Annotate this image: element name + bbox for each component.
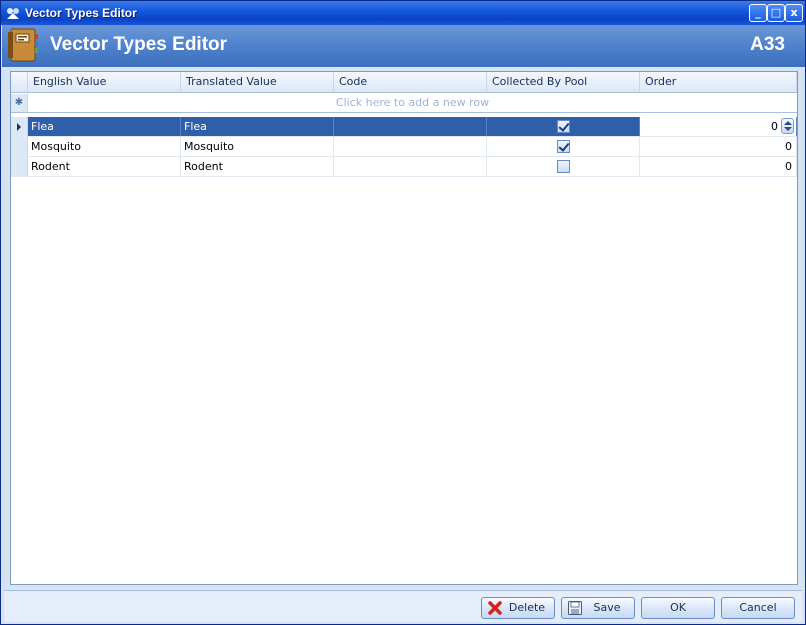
cell-code[interactable] xyxy=(334,117,487,136)
vector-types-grid[interactable]: English Value Translated Value Code Coll… xyxy=(10,71,798,585)
row-indicator xyxy=(11,137,28,156)
address-book-icon xyxy=(8,28,38,62)
cell-english-value[interactable]: Flea xyxy=(28,117,181,136)
table-row-mosquito[interactable]: Mosquito Mosquito 0 xyxy=(11,137,797,157)
table-row-flea[interactable]: Flea Flea 0 xyxy=(11,117,797,137)
ok-button[interactable]: OK xyxy=(641,597,715,619)
cell-collected-by-pool[interactable] xyxy=(487,157,640,176)
current-row-arrow-icon xyxy=(17,123,21,131)
cell-english-value[interactable]: Mosquito xyxy=(28,137,181,156)
editor-header: Vector Types Editor A33 xyxy=(2,25,805,67)
order-value[interactable]: 0 xyxy=(771,120,778,133)
delete-label: Delete xyxy=(508,601,546,614)
cell-translated-value[interactable]: Rodent xyxy=(181,157,334,176)
collected-by-pool-checkbox[interactable] xyxy=(557,160,570,173)
new-row-hint[interactable]: Click here to add a new row xyxy=(28,94,797,112)
cell-translated-value[interactable]: Flea xyxy=(181,117,334,136)
table-row-rodent[interactable]: Rodent Rodent 0 xyxy=(11,157,797,177)
column-header-translated-value[interactable]: Translated Value xyxy=(181,72,334,92)
form-code: A33 xyxy=(750,34,785,55)
spin-button-icon[interactable] xyxy=(781,118,794,134)
cell-english-value[interactable]: Rodent xyxy=(28,157,181,176)
page-title: Vector Types Editor xyxy=(50,34,228,55)
close-button[interactable]: x xyxy=(785,4,803,22)
title-bar[interactable]: Vector Types Editor _ □ x xyxy=(1,1,805,25)
maximize-button[interactable]: □ xyxy=(767,4,785,22)
cell-translated-value[interactable]: Mosquito xyxy=(181,137,334,156)
grid-header-corner xyxy=(11,72,28,92)
cell-code[interactable] xyxy=(334,157,487,176)
cell-order[interactable]: 0 xyxy=(640,117,797,136)
row-indicator xyxy=(11,157,28,176)
cell-collected-by-pool[interactable] xyxy=(487,117,640,136)
new-row-icon: ✱ xyxy=(11,94,28,112)
grid-header: English Value Translated Value Code Coll… xyxy=(11,72,797,93)
delete-x-icon xyxy=(488,601,502,615)
delete-button[interactable]: Delete xyxy=(481,597,555,619)
cell-collected-by-pool[interactable] xyxy=(487,137,640,156)
cell-order[interactable]: 0 xyxy=(640,157,797,176)
cell-order[interactable]: 0 xyxy=(640,137,797,156)
app-icon xyxy=(7,8,19,19)
column-header-english-value[interactable]: English Value xyxy=(28,72,181,92)
column-header-code[interactable]: Code xyxy=(334,72,487,92)
cell-code[interactable] xyxy=(334,137,487,156)
save-label: Save xyxy=(593,601,621,614)
footer-bar: Delete Save OK Cancel xyxy=(4,590,802,622)
collected-by-pool-checkbox[interactable] xyxy=(557,140,570,153)
minimize-button[interactable]: _ xyxy=(749,4,767,22)
column-header-order[interactable]: Order xyxy=(640,72,797,92)
window-title: Vector Types Editor xyxy=(25,6,137,20)
ok-label: OK xyxy=(670,601,686,614)
save-button[interactable]: Save xyxy=(561,597,635,619)
collected-by-pool-checkbox[interactable] xyxy=(557,120,570,133)
window: Vector Types Editor _ □ x Vector Types E… xyxy=(0,0,806,625)
cancel-label: Cancel xyxy=(739,601,777,614)
cancel-button[interactable]: Cancel xyxy=(721,597,795,619)
column-header-collected-by-pool[interactable]: Collected By Pool xyxy=(487,72,640,92)
save-disk-icon xyxy=(568,601,582,615)
row-indicator xyxy=(11,117,28,136)
new-row[interactable]: ✱ Click here to add a new row xyxy=(11,94,797,113)
